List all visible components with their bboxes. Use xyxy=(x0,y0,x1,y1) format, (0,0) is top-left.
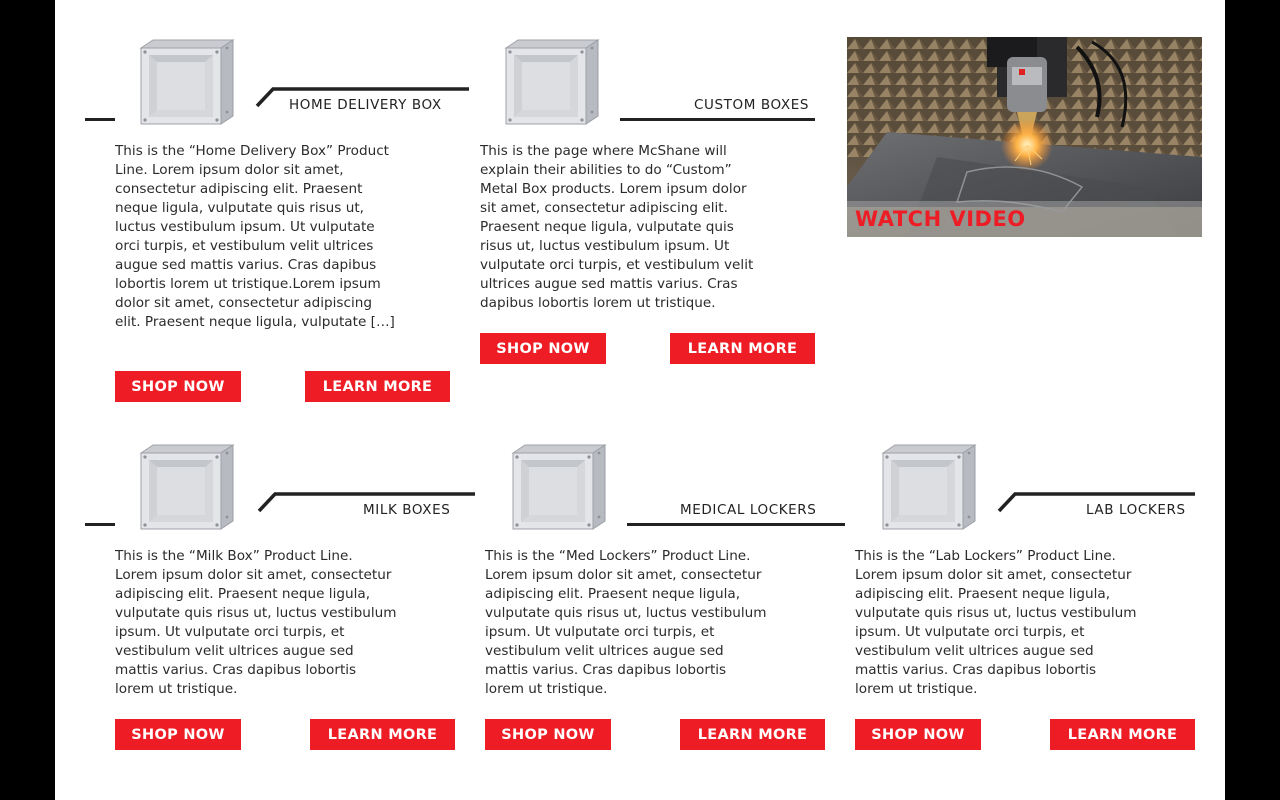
product-description: This is the “Milk Box” Product Line. Lor… xyxy=(115,548,397,697)
shop-now-button[interactable]: SHOP NOW xyxy=(115,719,241,750)
product-description: This is the page where McShane will expl… xyxy=(480,143,754,311)
metal-box-icon xyxy=(500,38,600,126)
metal-box-icon xyxy=(877,443,977,531)
learn-more-button[interactable]: LEARN MORE xyxy=(680,719,825,750)
learn-more-button[interactable]: LEARN MORE xyxy=(305,371,450,402)
metal-box-icon xyxy=(507,443,607,531)
learn-more-button[interactable]: LEARN MORE xyxy=(1050,719,1195,750)
watch-video-tile[interactable]: WATCH VIDEO xyxy=(847,37,1202,237)
shop-now-button[interactable]: SHOP NOW xyxy=(480,333,606,364)
title-rule xyxy=(627,523,845,526)
title-rule xyxy=(620,118,815,121)
learn-more-button[interactable]: LEARN MORE xyxy=(670,333,815,364)
metal-box-icon xyxy=(135,38,235,126)
product-title: LAB LOCKERS xyxy=(1086,502,1186,518)
shop-now-button[interactable]: SHOP NOW xyxy=(115,371,241,402)
title-rule-left xyxy=(85,118,115,121)
product-title: CUSTOM BOXES xyxy=(694,97,810,113)
learn-more-button[interactable]: LEARN MORE xyxy=(310,719,455,750)
watch-video-label[interactable]: WATCH VIDEO xyxy=(855,207,1026,231)
product-grid-page: HOME DELIVERY BOX This is the “Home Deli… xyxy=(55,0,1225,800)
product-description: This is the “Home Delivery Box” Product … xyxy=(115,143,395,330)
title-rule-left xyxy=(85,523,115,526)
product-description: This is the “Lab Lockers” Product Line. … xyxy=(855,548,1137,697)
product-title: MILK BOXES xyxy=(363,502,451,518)
metal-box-icon xyxy=(135,443,235,531)
shop-now-button[interactable]: SHOP NOW xyxy=(485,719,611,750)
product-title: HOME DELIVERY BOX xyxy=(289,97,442,113)
shop-now-button[interactable]: SHOP NOW xyxy=(855,719,981,750)
product-title: MEDICAL LOCKERS xyxy=(680,502,817,518)
product-description: This is the “Med Lockers” Product Line. … xyxy=(485,548,767,697)
